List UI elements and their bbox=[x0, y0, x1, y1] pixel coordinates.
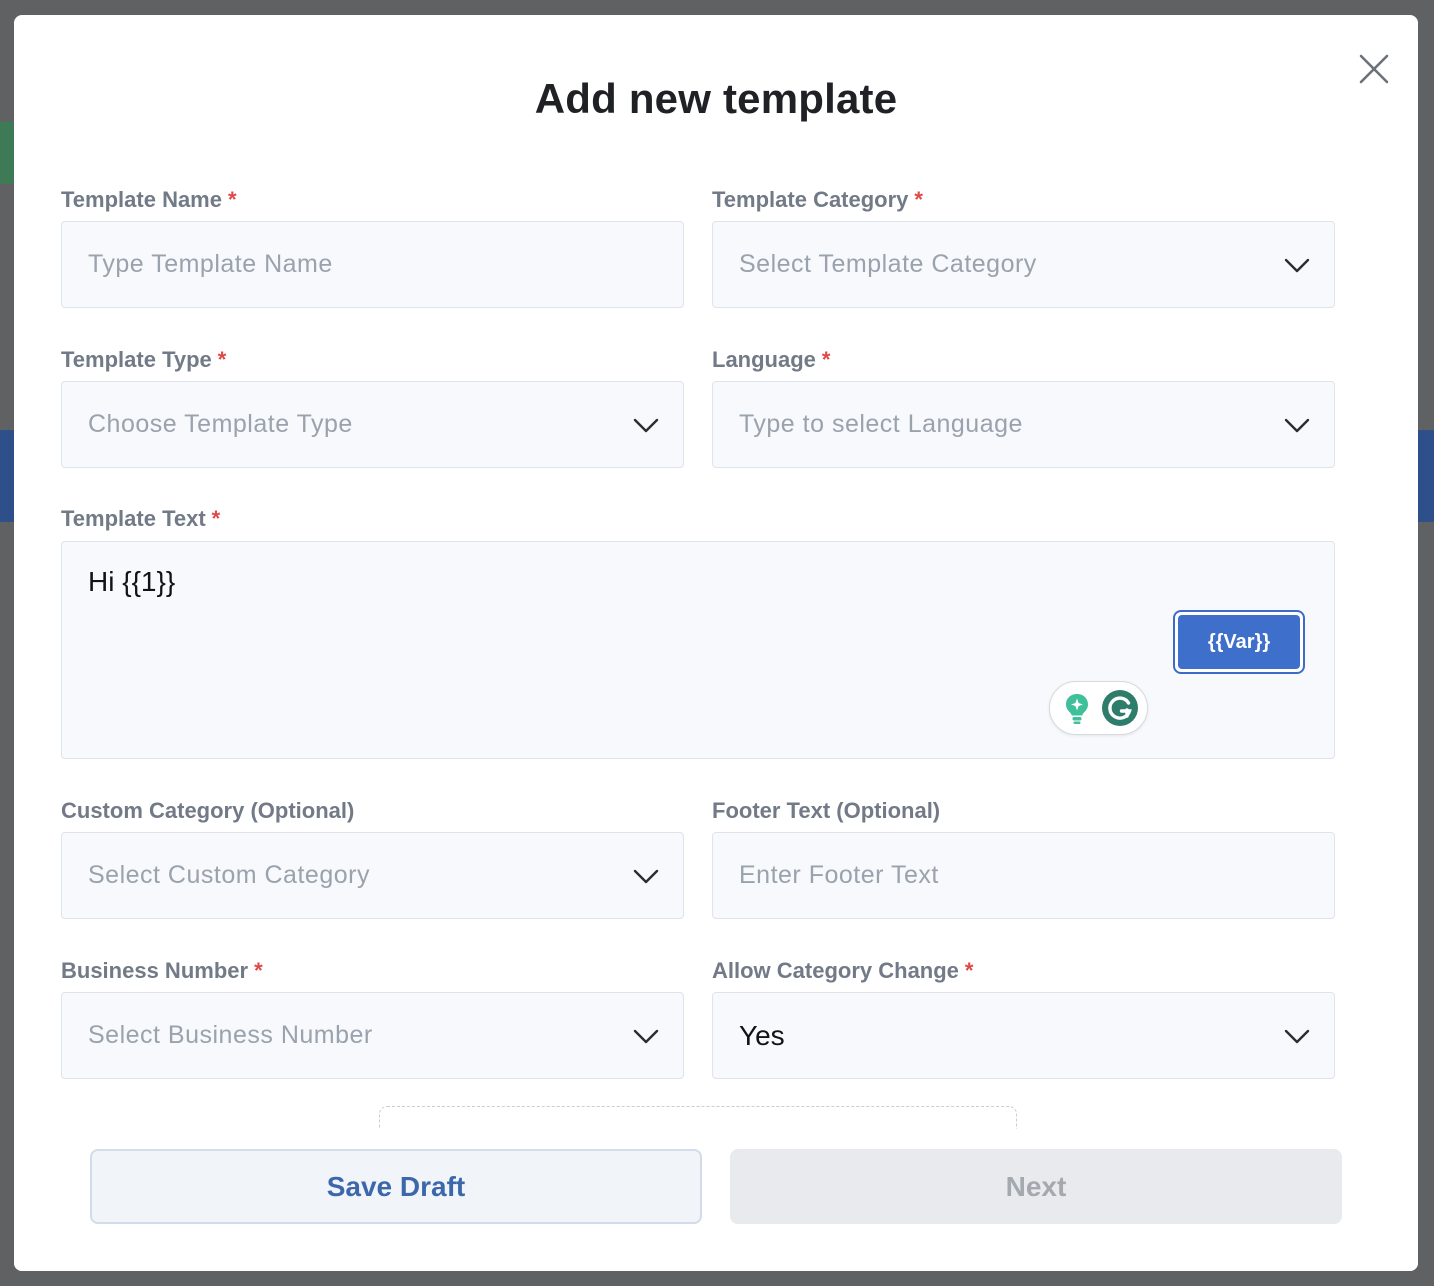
chevron-down-icon bbox=[633, 413, 659, 437]
template-category-label: Template Category * bbox=[712, 187, 923, 213]
close-button[interactable] bbox=[1356, 51, 1392, 87]
footer-text-field[interactable] bbox=[712, 832, 1335, 919]
chevron-down-icon bbox=[1284, 253, 1310, 277]
allow-category-change-label: Allow Category Change * bbox=[712, 958, 973, 984]
allow-category-change-value: Yes bbox=[739, 1019, 785, 1051]
template-name-label: Template Name * bbox=[61, 187, 237, 213]
required-marker: * bbox=[964, 958, 974, 983]
template-text-label: Template Text * bbox=[61, 506, 220, 532]
close-icon bbox=[1359, 54, 1389, 84]
template-text-label-text: Template Text bbox=[61, 506, 206, 531]
background-app-hint bbox=[0, 430, 14, 522]
template-type-label: Template Type * bbox=[61, 347, 226, 373]
modal-title: Add new template bbox=[534, 75, 898, 122]
background-app-hint bbox=[1418, 430, 1434, 522]
business-number-label: Business Number * bbox=[61, 958, 263, 984]
insert-variable-label: {{Var}} bbox=[1178, 615, 1300, 669]
chevron-down-icon bbox=[633, 1024, 659, 1048]
business-number-placeholder: Select Business Number bbox=[88, 1021, 373, 1049]
template-text-area[interactable]: Hi {{1}} {{Var}} bbox=[61, 541, 1335, 759]
custom-category-label-text: Custom Category (Optional) bbox=[61, 798, 355, 823]
grammarly-widget[interactable] bbox=[1049, 681, 1148, 735]
template-name-field[interactable] bbox=[61, 221, 684, 308]
custom-category-placeholder: Select Custom Category bbox=[88, 861, 370, 889]
required-marker: * bbox=[821, 347, 831, 372]
required-marker: * bbox=[227, 187, 237, 212]
required-marker: * bbox=[254, 958, 263, 983]
required-marker: * bbox=[217, 347, 227, 372]
save-draft-button[interactable]: Save Draft bbox=[90, 1149, 702, 1224]
template-name-input[interactable] bbox=[62, 222, 683, 307]
template-category-select[interactable]: Select Template Category bbox=[712, 221, 1335, 308]
template-type-placeholder: Choose Template Type bbox=[88, 410, 353, 438]
required-marker: * bbox=[914, 187, 923, 212]
language-placeholder: Type to select Language bbox=[739, 410, 1023, 438]
language-select[interactable]: Type to select Language bbox=[712, 381, 1335, 468]
background-app-hint bbox=[0, 122, 14, 184]
template-text-value[interactable]: Hi {{1}} bbox=[88, 566, 175, 598]
required-marker: * bbox=[211, 506, 221, 531]
modal-footer: Save Draft Next bbox=[14, 1129, 1418, 1271]
footer-text-label-text: Footer Text (Optional) bbox=[712, 798, 941, 823]
chevron-down-icon bbox=[1284, 413, 1310, 437]
chevron-down-icon bbox=[1284, 1024, 1310, 1048]
chevron-down-icon bbox=[633, 864, 659, 888]
insert-variable-button[interactable]: {{Var}} bbox=[1173, 610, 1305, 674]
lightbulb-icon[interactable] bbox=[1058, 689, 1096, 727]
next-button[interactable]: Next bbox=[730, 1149, 1342, 1224]
footer-text-label: Footer Text (Optional) bbox=[712, 798, 940, 824]
template-type-select[interactable]: Choose Template Type bbox=[61, 381, 684, 468]
template-type-label-text: Template Type bbox=[61, 347, 212, 372]
language-label-text: Language bbox=[712, 347, 816, 372]
grammarly-icon[interactable] bbox=[1101, 689, 1139, 727]
custom-category-select[interactable]: Select Custom Category bbox=[61, 832, 684, 919]
template-category-placeholder: Select Template Category bbox=[739, 250, 1037, 278]
template-name-label-text: Template Name bbox=[61, 187, 222, 212]
business-number-select[interactable]: Select Business Number bbox=[61, 992, 684, 1079]
footer-text-input[interactable] bbox=[713, 833, 1334, 918]
business-number-label-text: Business Number bbox=[61, 958, 249, 983]
add-template-modal: Add new template Template Name* Template… bbox=[14, 15, 1418, 1271]
language-label: Language * bbox=[712, 347, 830, 373]
custom-category-label: Custom Category (Optional) bbox=[61, 798, 354, 824]
template-category-label-text: Template Category bbox=[712, 187, 909, 212]
allow-category-change-label-text: Allow Category Change bbox=[712, 958, 959, 983]
allow-category-change-select[interactable]: Yes bbox=[712, 992, 1335, 1079]
